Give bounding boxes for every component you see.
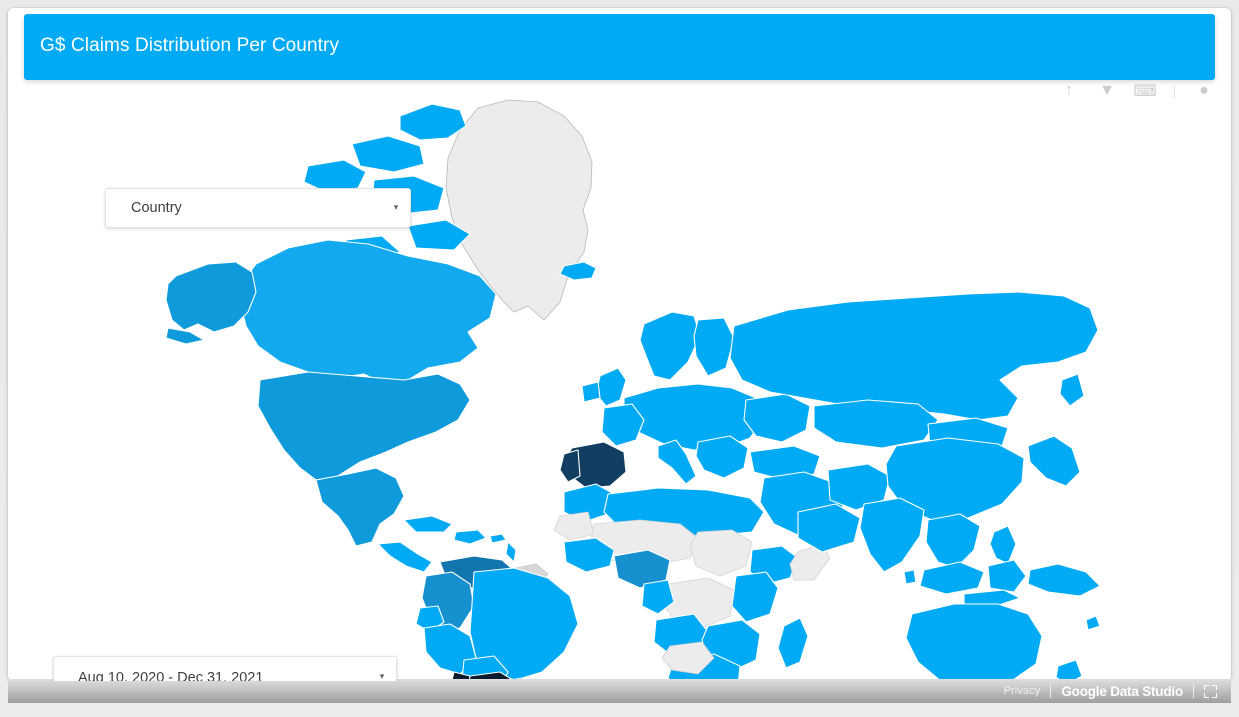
country-filter-label: Country [131, 200, 182, 216]
keyboard-icon[interactable]: ⌨ [1133, 82, 1156, 100]
region-canada-arctic-2[interactable] [351, 135, 425, 173]
region-aleutians[interactable] [165, 327, 205, 345]
region-borneo[interactable] [987, 559, 1027, 593]
privacy-link[interactable]: Privacy [1004, 685, 1041, 697]
region-finland-baltic[interactable] [693, 317, 735, 377]
region-central-europe[interactable] [623, 383, 765, 451]
geo-map-canvas[interactable]: Country ▾ Aug 10, 2020 - Dec 31, 2021 ▾ … [8, 80, 1231, 681]
report-footer: Privacy Google Data Studio [8, 679, 1231, 703]
region-balkans[interactable] [695, 435, 749, 479]
report-page: Country ▾ Aug 10, 2020 - Dec 31, 2021 ▾ … [0, 0, 1239, 717]
region-western-sahara[interactable] [553, 511, 595, 541]
page-title: G$ Claims Distribution Per Country [40, 35, 340, 56]
region-indonesia-west[interactable] [919, 561, 985, 595]
region-sakhalin[interactable] [1059, 373, 1085, 407]
report-card: Country ▾ Aug 10, 2020 - Dec 31, 2021 ▾ … [8, 8, 1231, 681]
footer-divider-1 [1050, 684, 1052, 698]
region-portugal[interactable] [559, 449, 581, 483]
report-toolbar[interactable]: ↑ ▼ ⌨ ● [1060, 80, 1213, 102]
region-canada-arctic-1[interactable] [399, 103, 467, 141]
google-data-studio-brand[interactable]: Google Data Studio [1061, 684, 1183, 699]
region-ukraine[interactable] [743, 393, 811, 443]
region-kazakhstan[interactable] [813, 399, 939, 449]
region-alaska[interactable] [165, 261, 257, 333]
world-map-svg[interactable] [8, 80, 1231, 681]
region-scandinavia[interactable] [639, 311, 701, 381]
region-australia[interactable] [905, 603, 1043, 681]
region-madagascar[interactable] [777, 617, 809, 669]
region-arabian-peninsula[interactable] [797, 503, 861, 553]
report-title-bar: G$ Claims Distribution Per Country [24, 14, 1215, 80]
region-ireland[interactable] [581, 381, 601, 403]
region-central-america[interactable] [377, 541, 433, 573]
region-chad-sudan[interactable] [689, 529, 753, 577]
date-range-filter-dropdown[interactable]: Aug 10, 2020 - Dec 31, 2021 ▾ [53, 656, 397, 681]
region-new-zealand-north[interactable] [1055, 659, 1083, 681]
region-lesser-antilles[interactable] [505, 541, 517, 563]
date-range-label: Aug 10, 2020 - Dec 31, 2021 [78, 669, 264, 682]
region-pacific-islands[interactable] [1085, 615, 1101, 631]
chevron-down-icon[interactable]: ▾ [382, 202, 410, 214]
region-philippines[interactable] [989, 525, 1017, 565]
region-hispaniola[interactable] [453, 529, 487, 545]
chevron-down-icon[interactable]: ▾ [368, 672, 396, 681]
region-korea-japan[interactable] [1027, 435, 1081, 487]
region-mexico[interactable] [315, 467, 405, 547]
fullscreen-icon[interactable] [1204, 684, 1217, 698]
region-se-asia[interactable] [925, 513, 981, 569]
region-puerto-rico[interactable] [489, 533, 507, 544]
region-india[interactable] [859, 497, 925, 573]
region-canada[interactable] [239, 239, 497, 383]
region-uk[interactable] [595, 367, 627, 407]
region-cuba[interactable] [403, 515, 453, 533]
region-sulawesi-papua[interactable] [1027, 563, 1101, 597]
share-icon[interactable]: ↑ [1060, 82, 1078, 100]
more-options-icon[interactable]: ● [1195, 82, 1213, 100]
region-united-states[interactable] [257, 371, 471, 481]
download-caret-icon[interactable]: ▼ [1098, 82, 1116, 100]
toolbar-divider [1174, 84, 1175, 98]
region-kenya-tanzania[interactable] [731, 571, 779, 623]
region-sri-lanka[interactable] [903, 569, 917, 585]
country-filter-dropdown[interactable]: Country ▾ [105, 188, 411, 228]
footer-divider-2 [1193, 684, 1194, 698]
